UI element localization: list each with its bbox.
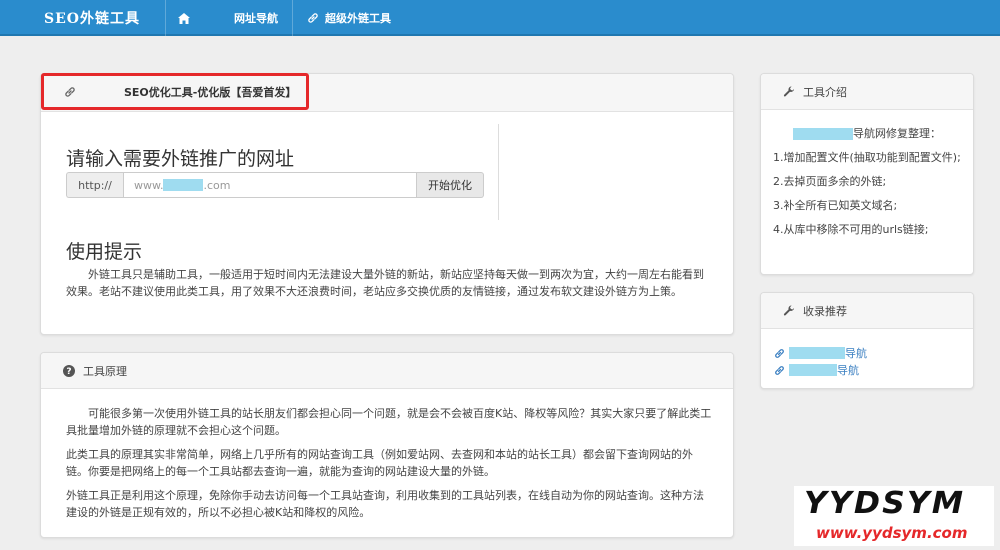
url-input-group: http:// www. .com 开始优化 — [66, 172, 484, 198]
watermark: YYDSYM www.yydsym.com — [794, 486, 994, 546]
url-prefix-addon: http:// — [66, 172, 123, 198]
recommend-link[interactable]: 导航 — [774, 362, 859, 378]
highlight-frame: SEO优化工具-优化版【吾爱首发】 — [41, 73, 309, 110]
url-value-prefix: www. — [134, 178, 164, 192]
main-tool-panel: SEO优化工具-优化版【吾爱首发】 请输入需要外链推广的网址 http:// w… — [40, 73, 734, 335]
nav-home-label: 网址导航 — [234, 12, 278, 25]
recommend-link-label: 导航 — [837, 364, 859, 377]
recommend-link[interactable]: 导航 — [774, 345, 867, 361]
url-input[interactable]: www. .com — [123, 172, 417, 198]
nav-super-link[interactable]: 超级外链工具 — [292, 0, 405, 36]
link-icon — [775, 348, 784, 358]
watermark-url: www.yydsym.com — [816, 524, 968, 542]
panel-title: SEO优化工具-优化版【吾爱首发】 — [124, 85, 297, 99]
redacted-site-name — [196, 12, 234, 24]
recommend-link-label: 导航 — [845, 347, 867, 360]
question-circle-icon: ? — [63, 364, 75, 377]
nav-home-link[interactable]: 网址导航 — [165, 0, 290, 36]
intro-panel-header: 工具介绍 — [761, 74, 973, 110]
url-input-heading: 请输入需要外链推广的网址 — [66, 148, 295, 170]
recommend-title: 收录推荐 — [803, 304, 847, 318]
intro-subtitle-text: 导航网修复整理： — [853, 127, 941, 140]
principle-paragraph: 外链工具正是利用这个原理，免除你手动去访问每一个工具站查询，利用收集到的工具站列… — [66, 489, 704, 519]
vertical-divider — [498, 124, 499, 220]
url-value-suffix: .com — [203, 178, 231, 192]
home-icon — [178, 12, 190, 24]
link-icon — [775, 365, 784, 375]
nav-super-label: 超级外链工具 — [325, 12, 391, 25]
recommend-panel: 收录推荐 导航 导航 — [760, 292, 974, 389]
redacted-domain — [163, 179, 204, 191]
watermark-logo: YYDSYM — [804, 486, 966, 521]
start-optimize-button[interactable]: 开始优化 — [417, 172, 484, 198]
principle-panel-header: ? 工具原理 — [41, 353, 733, 389]
redacted-site-name — [789, 364, 837, 376]
principle-title: 工具原理 — [83, 364, 127, 378]
principle-paragraph: 可能很多第一次使用外链工具的站长朋友们都会担心同一个问题，就是会不会被百度K站、… — [66, 407, 712, 437]
tips-heading: 使用提示 — [66, 241, 143, 263]
main-panel-header: SEO优化工具-优化版【吾爱首发】 — [41, 73, 733, 112]
intro-panel: 工具介绍 导航网修复整理： 1.增加配置文件(抽取功能到配置文件); 2.去掉页… — [760, 73, 974, 275]
redacted-site-name — [789, 347, 845, 359]
intro-list-item: 1.增加配置文件(抽取功能到配置文件); — [773, 151, 961, 164]
principle-paragraph: 此类工具的原理其实非常简单，网络上几乎所有的网站查询工具（例如爱站网、去查网和本… — [66, 448, 693, 478]
recommend-panel-header: 收录推荐 — [761, 293, 973, 329]
intro-list-item: 3.补全所有已知英文域名; — [773, 199, 898, 212]
top-navbar: SEO外链工具 网址导航 超级外链工具 — [0, 0, 1000, 36]
principle-panel: ? 工具原理 可能很多第一次使用外链工具的站长朋友们都会担心同一个问题，就是会不… — [40, 352, 734, 538]
svg-text:?: ? — [66, 367, 71, 377]
link-icon — [65, 86, 75, 97]
intro-list: 1.增加配置文件(抽取功能到配置文件); 2.去掉页面多余的外链; 3.补全所有… — [773, 150, 967, 246]
wrench-icon — [783, 304, 794, 315]
link-icon — [308, 13, 318, 23]
intro-title: 工具介绍 — [803, 85, 847, 99]
tips-text: 外链工具只是辅助工具，一般适用于短时间内无法建设大量外链的新站，新站应坚持每天做… — [66, 268, 704, 298]
brand-logo[interactable]: SEO外链工具 — [44, 8, 140, 28]
intro-list-item: 4.从库中移除不可用的urls链接; — [773, 223, 929, 236]
wrench-icon — [783, 85, 794, 96]
intro-list-item: 2.去掉页面多余的外链; — [773, 175, 887, 188]
redacted-site-name — [793, 128, 853, 140]
intro-subtitle: 导航网修复整理： — [793, 125, 941, 141]
